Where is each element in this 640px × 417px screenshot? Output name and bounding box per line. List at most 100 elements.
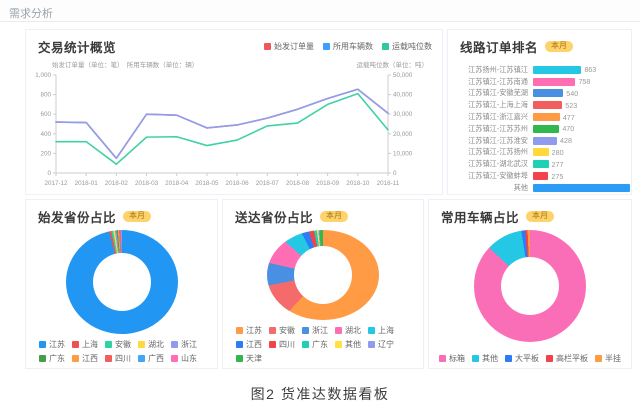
legend-label: 广东 <box>49 353 65 364</box>
legend-swatch <box>72 355 79 362</box>
legend-item[interactable]: 江苏 <box>39 339 65 350</box>
legend-item[interactable]: 运载吨位数 <box>382 41 432 52</box>
ranking-bar-area: 863 <box>533 65 631 74</box>
ranking-row: 江苏镇江-上海上海523 <box>454 99 631 111</box>
legend-swatch <box>302 327 309 334</box>
legend-label: 安徽 <box>279 325 295 336</box>
svg-text:50,000: 50,000 <box>393 72 413 79</box>
series-lines <box>56 89 388 164</box>
ranking-bar <box>533 89 563 97</box>
legend-item[interactable]: 广西 <box>138 353 164 364</box>
legend-item[interactable]: 大平板 <box>505 353 539 364</box>
legend-item[interactable]: 安徽 <box>105 339 131 350</box>
legend-swatch <box>236 355 243 362</box>
legend-item[interactable]: 山东 <box>171 353 197 364</box>
ranking-value: 540 <box>566 89 578 98</box>
legend-item[interactable]: 广东 <box>302 339 328 350</box>
legend-item[interactable]: 上海 <box>368 325 394 336</box>
line-series-始发订单量 <box>56 89 388 158</box>
dashboard-row-1: 交易统计概览 始发订单量所用车辆数运载吨位数 始发订单量（单位：笔） 所用车辆数… <box>25 29 632 195</box>
panel-badge: 本月 <box>123 211 151 223</box>
legend-swatch <box>335 327 342 334</box>
legend-label: 广西 <box>148 353 164 364</box>
legend-swatch <box>72 341 79 348</box>
pie-body: 江苏 安徽浙江湖北上海江西四川广东其他 辽宁天津 <box>223 226 423 369</box>
dashboard-row-2: 始发省份占比 本月 江苏上海安徽湖北浙江广东江西四川广西山东 送达省份占比 本月… <box>25 199 632 369</box>
legend-item[interactable]: 安徽 <box>269 325 295 336</box>
svg-text:2018-02: 2018-02 <box>105 180 129 187</box>
svg-text:2018-04: 2018-04 <box>165 180 189 187</box>
donut-hole <box>501 257 559 315</box>
legend-item[interactable]: 浙江 <box>171 339 197 350</box>
svg-text:2018-08: 2018-08 <box>286 180 310 187</box>
ranking-label: 江苏镇江-江苏扬州 <box>454 147 533 157</box>
svg-text:2018-10: 2018-10 <box>346 180 370 187</box>
left-axis-caption: 始发订单量（单位：笔） 所用车辆数（单位：辆） <box>52 59 198 69</box>
legend-item[interactable]: 所用车辆数 <box>323 41 373 52</box>
legend-item[interactable]: 广东 <box>39 353 65 364</box>
panel-title-vehicle-type: 常用车辆占比 <box>441 207 519 226</box>
legend-item[interactable]: 始发订单量 <box>264 41 314 52</box>
legend-item[interactable]: 江苏 <box>236 325 262 336</box>
svg-text:2018-03: 2018-03 <box>135 180 159 187</box>
legend-swatch <box>439 355 446 362</box>
legend-item[interactable]: 湖北 <box>335 325 361 336</box>
legend-swatch <box>138 341 145 348</box>
svg-text:2017-12: 2017-12 <box>44 180 68 187</box>
legend-item[interactable]: 湖北 <box>138 339 164 350</box>
legend-item[interactable]: 辽宁 <box>368 339 394 350</box>
panel-head: 线路订单排名 本月 <box>448 30 631 56</box>
ranking-value: 280 <box>552 148 564 157</box>
legend-label: 高栏平板 <box>556 353 588 364</box>
legend-item[interactable]: 其他 <box>335 339 361 350</box>
ranking-bar <box>533 101 562 109</box>
ranking-row: 江苏镇江-江苏南通758 <box>454 76 631 88</box>
legend-label: 天津 <box>246 353 262 364</box>
legend-item[interactable]: 高栏平板 <box>546 353 588 364</box>
svg-text:10,000: 10,000 <box>393 150 413 157</box>
legend-item[interactable]: 江西 <box>236 339 262 350</box>
legend-item[interactable]: 天津 <box>236 353 262 364</box>
legend-item[interactable]: 四川 <box>105 353 131 364</box>
legend-label: 辽宁 <box>378 339 394 350</box>
ranking-value: 523 <box>565 101 577 110</box>
panel-route-ranking: 线路订单排名 本月 江苏扬州-江苏镇江863江苏镇江-江苏南通758江苏镇江-安… <box>447 29 632 195</box>
line-chart-legend: 始发订单量所用车辆数运载吨位数 <box>264 41 432 52</box>
legend-item[interactable]: 其他 <box>472 353 498 364</box>
legend-swatch <box>302 341 309 348</box>
ranking-value: 277 <box>552 160 564 169</box>
legend-item[interactable]: 上海 <box>72 339 98 350</box>
legend-item[interactable]: 浙江 <box>302 325 328 336</box>
panel-title-origin-province: 始发省份占比 <box>38 207 116 226</box>
ranking-row: 江苏镇江-江苏淮安428 <box>454 135 631 147</box>
legend-label: 江苏 <box>246 325 262 336</box>
legend-swatch <box>472 355 479 362</box>
legend-label: 四川 <box>115 353 131 364</box>
dest-pie-legend: 江苏 安徽浙江湖北上海江西四川广东其他 辽宁天津 <box>223 320 423 364</box>
panel-title-trade-overview: 交易统计概览 <box>38 37 116 56</box>
ranking-bar-area: 428 <box>533 136 631 145</box>
legend-swatch <box>335 341 342 348</box>
legend-item[interactable]: 半挂 <box>595 353 621 364</box>
legend-item[interactable]: 四川 <box>269 339 295 350</box>
legend-swatch <box>171 355 178 362</box>
top-nav: 需求分析 <box>0 0 640 22</box>
x-axis: 2017-122018-012018-022018-032018-042018-… <box>44 173 399 187</box>
legend-swatch <box>236 327 243 334</box>
legend-label: 标箱 <box>449 353 465 364</box>
legend-item[interactable]: 江西 <box>72 353 98 364</box>
origin-pie-legend: 江苏 上海安徽湖北浙江广东江西 四川 广西山东 <box>26 334 217 364</box>
panel-origin-province: 始发省份占比 本月 江苏 上海安徽湖北浙江广东江西 四川 广西山东 <box>25 199 218 369</box>
svg-text:0: 0 <box>47 170 51 177</box>
panel-badge: 本月 <box>545 41 573 53</box>
legend-item[interactable]: 标箱 <box>439 353 465 364</box>
origin-donut-chart <box>66 230 178 334</box>
right-axis-caption: 运载吨位数（单位：吨） <box>357 59 429 69</box>
legend-label: 上海 <box>82 339 98 350</box>
legend-label: 半挂 <box>605 353 621 364</box>
legend-label: 大平板 <box>515 353 539 364</box>
ranking-label: 江苏镇江-安徽芜湖 <box>454 88 533 98</box>
ranking-label: 江苏镇江-湖北武汉 <box>454 159 533 169</box>
svg-text:2018-06: 2018-06 <box>226 180 250 187</box>
svg-text:200: 200 <box>40 150 51 157</box>
